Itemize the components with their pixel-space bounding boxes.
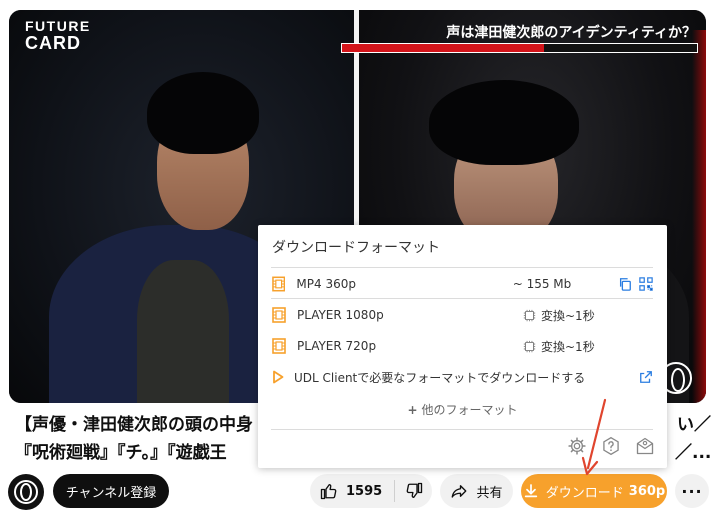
format-name: MP4 360p bbox=[296, 277, 356, 291]
speaker-right-hair bbox=[429, 80, 579, 165]
external-link-icon[interactable] bbox=[639, 370, 653, 384]
video-red-edge bbox=[692, 30, 706, 403]
converter-chip-icon bbox=[523, 309, 536, 321]
channel-avatar[interactable] bbox=[8, 474, 44, 510]
udl-client-row[interactable]: UDL Clientで必要なフォーマットでダウンロードする bbox=[272, 365, 653, 389]
thumbs-up-icon bbox=[320, 483, 337, 500]
format-row-player-720p[interactable]: PLAYER 720p 変換~1秒 bbox=[272, 334, 653, 358]
annotation-arrow-icon bbox=[581, 398, 607, 476]
share-button[interactable]: 共有 bbox=[440, 474, 513, 508]
caption-progress-bar bbox=[341, 43, 698, 53]
play-triangle-icon bbox=[273, 370, 284, 384]
speaker-left-hair bbox=[147, 72, 259, 154]
download-quality: 360p bbox=[628, 483, 666, 499]
share-icon bbox=[452, 485, 467, 498]
film-icon bbox=[272, 307, 286, 323]
dislike-button[interactable] bbox=[395, 474, 432, 508]
feedback-mail-icon[interactable] bbox=[635, 436, 655, 456]
format-conversion-time: 変換~1秒 bbox=[541, 339, 595, 354]
subscribe-button[interactable]: チャンネル登録 bbox=[53, 474, 169, 508]
like-count: 1595 bbox=[346, 483, 383, 499]
format-size: ~ 155 Mb bbox=[512, 277, 572, 291]
popup-divider bbox=[271, 298, 653, 299]
download-button[interactable]: ダウンロード 360p bbox=[521, 474, 667, 508]
video-title-line2: 『呪術廻戦』『チ。』『遊戯王 bbox=[15, 443, 227, 463]
video-title-line1: 【声優・津田健次郎の頭の中身 bbox=[15, 415, 253, 435]
format-name: PLAYER 720p bbox=[297, 339, 377, 353]
download-icon bbox=[524, 484, 537, 498]
future-card-logo: FUTURE CARD bbox=[25, 18, 91, 53]
copy-icon[interactable] bbox=[618, 277, 632, 291]
format-row-player-1080p[interactable]: PLAYER 1080p 変換~1秒 bbox=[272, 303, 653, 327]
film-icon bbox=[272, 276, 286, 292]
format-row-mp4-360p[interactable]: MP4 360p ~ 155 Mb bbox=[272, 272, 653, 296]
speaker-left-shirt bbox=[137, 260, 229, 403]
more-actions-button[interactable]: ··· bbox=[675, 474, 709, 508]
film-icon bbox=[272, 338, 286, 354]
converter-chip-icon bbox=[523, 340, 536, 352]
format-conversion-time: 変換~1秒 bbox=[541, 308, 595, 323]
qr-code-icon[interactable] bbox=[639, 277, 653, 291]
udl-client-text: UDL Clientで必要なフォーマットでダウンロードする bbox=[294, 370, 586, 385]
video-caption: 声は津田健次郎のアイデンティティか？ bbox=[446, 25, 696, 41]
more-formats-label: 他のフォーマット bbox=[421, 403, 518, 417]
video-title-line1-tail: い／ bbox=[677, 415, 711, 435]
popup-title: ダウンロードフォーマット bbox=[272, 240, 440, 256]
share-label: 共有 bbox=[476, 485, 503, 501]
video-title-line2-tail: ／... bbox=[675, 443, 712, 463]
caption-progress-fill bbox=[342, 44, 545, 52]
thumbs-down-icon bbox=[406, 482, 422, 499]
like-button[interactable]: 1595 bbox=[310, 474, 394, 508]
like-dislike-group: 1595 bbox=[310, 474, 432, 508]
download-label: ダウンロード bbox=[545, 485, 624, 501]
plus-icon: + bbox=[407, 403, 418, 417]
popup-divider bbox=[271, 267, 653, 268]
format-name: PLAYER 1080p bbox=[297, 308, 384, 322]
